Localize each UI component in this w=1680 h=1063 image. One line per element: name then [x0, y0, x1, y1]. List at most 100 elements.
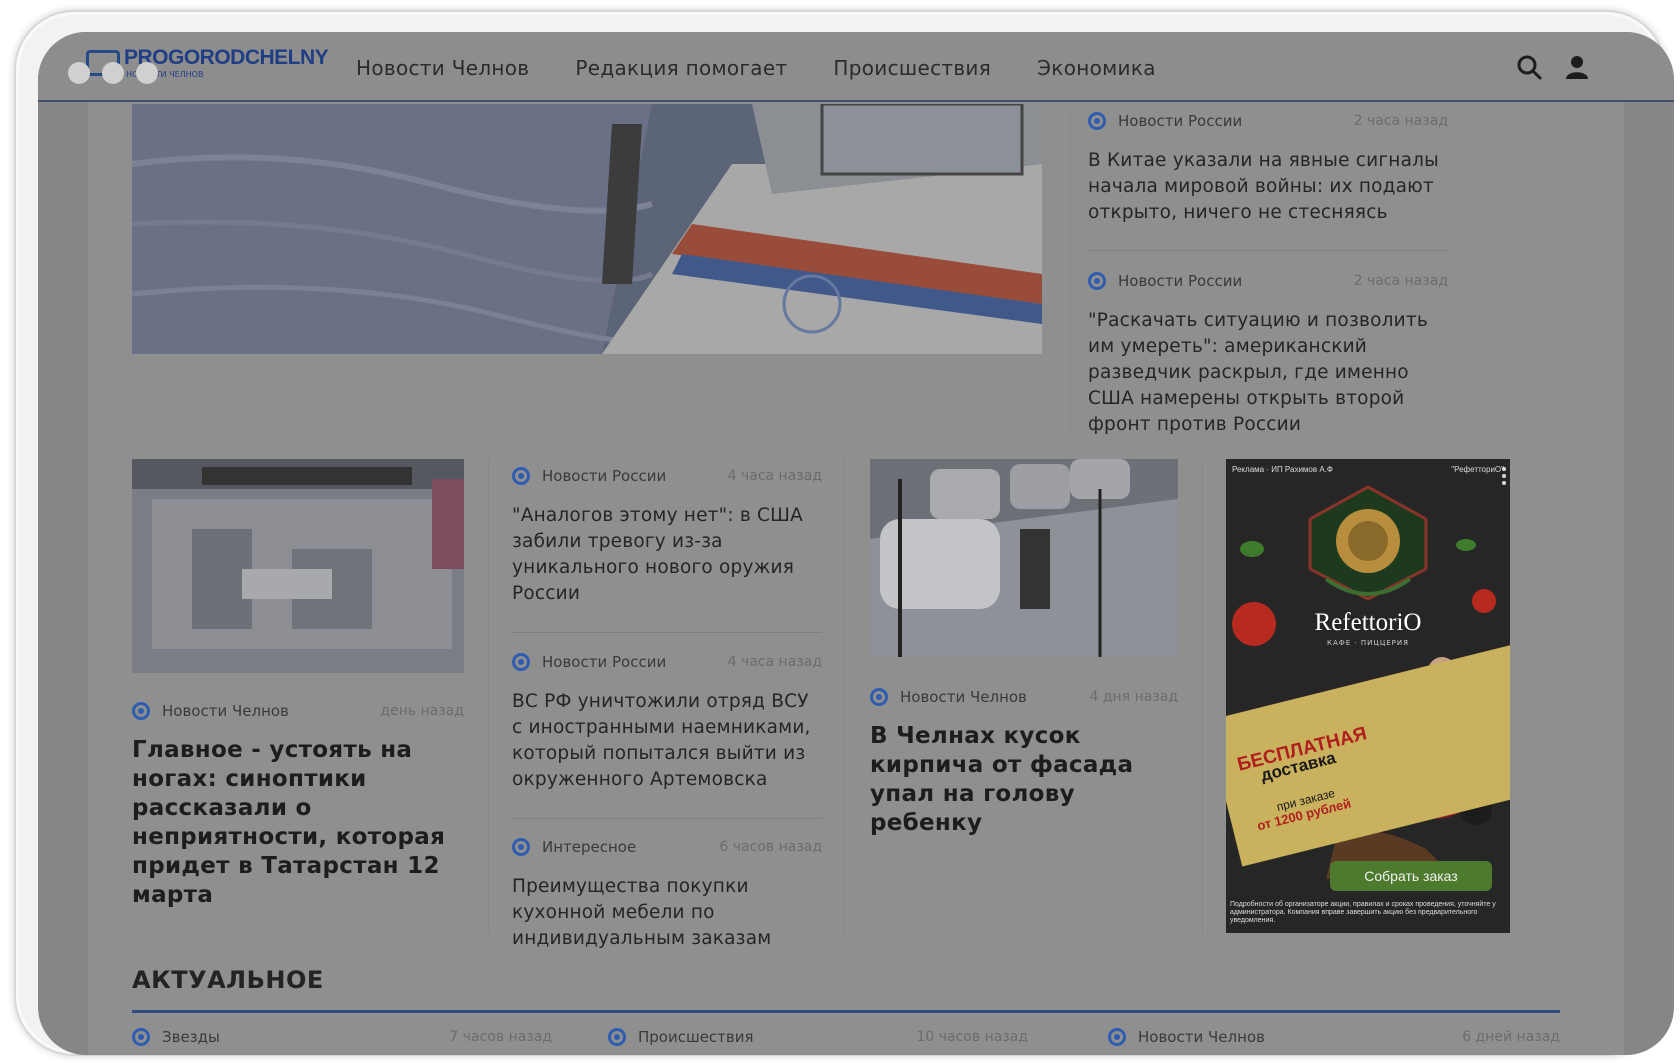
screen: PROGORODCHELNY НОВОСТИ ЧЕЛНОВ Новости Че… [38, 32, 1674, 1055]
news-meta: Происшествия 10 часов назад [608, 1028, 1028, 1046]
section-divider [132, 1010, 1560, 1013]
news-category: Новости Челнов [870, 688, 1027, 706]
category-dot-icon [1088, 272, 1106, 290]
news-category: Новости России [1088, 112, 1242, 130]
nav-item-chelny-news[interactable]: Новости Челнов [356, 56, 529, 80]
column-divider [844, 459, 845, 934]
divider [512, 818, 822, 819]
side-news-item[interactable]: Новости России 2 часа назад "Раскачать с… [1088, 272, 1448, 438]
ad-fine-print: Подробности об организаторе акции, прави… [1230, 901, 1496, 924]
category-dot-icon [132, 1028, 150, 1046]
news-category: Новости России [512, 653, 666, 671]
news-time: 4 часа назад [727, 468, 822, 484]
category-dot-icon [512, 653, 530, 671]
news-meta: Новости Челнов день назад [132, 702, 464, 720]
news-headline[interactable]: "Раскачать ситуацию и позволить им умере… [1088, 308, 1448, 438]
news-meta: Интересное 6 часов назад [512, 838, 822, 856]
news-time: 4 часа назад [727, 654, 822, 670]
news-meta: Звезды 7 часов назад [132, 1028, 552, 1046]
category-label: Звезды [162, 1028, 220, 1046]
middle-news-item[interactable]: Интересное 6 часов назад Преимущества по… [512, 838, 822, 952]
category-label: Новости России [1118, 272, 1243, 290]
news-time: 7 часов назад [449, 1029, 552, 1045]
middle-news-item[interactable]: Новости России 4 часа назад "Аналогов эт… [512, 467, 822, 607]
category-dot-icon [870, 688, 888, 706]
news-category: Интересное [512, 838, 636, 856]
category-label: Новости Челнов [162, 702, 289, 720]
window-dots [68, 62, 158, 84]
news-category: Звезды [132, 1028, 220, 1046]
news-meta: Новости России 2 часа назад [1088, 112, 1448, 130]
nav-item-editorial-help[interactable]: Редакция помогает [575, 56, 787, 80]
ad-brand-subtitle: КАФЕ · ПИЦЦЕРИЯ [1327, 639, 1409, 647]
section-item[interactable]: Звезды 7 часов назад [132, 1028, 552, 1046]
category-dot-icon [132, 702, 150, 720]
news-headline[interactable]: Преимущества покупки кухонной мебели по … [512, 874, 822, 952]
news-headline[interactable]: В Китае указали на явные сигналы начала … [1088, 148, 1448, 226]
advertisement[interactable]: Реклама · ИП Рахимов А.Ф "РефетториО" Re… [1226, 459, 1510, 933]
category-label: Новости Челнов [1138, 1028, 1265, 1046]
section-item[interactable]: Происшествия 10 часов назад [608, 1028, 1028, 1046]
news-meta: Новости Челнов 6 дней назад [1108, 1028, 1560, 1046]
column-divider [1202, 459, 1203, 934]
news-meta: Новости России 2 часа назад [1088, 272, 1448, 290]
side-news-item[interactable]: Новости России 2 часа назад В Китае указ… [1088, 112, 1448, 226]
news-category: Новости Челнов [132, 702, 289, 720]
category-label: Интересное [542, 838, 637, 856]
middle-news-item[interactable]: Новости России 4 часа назад ВС РФ уничто… [512, 653, 822, 793]
feature-left-image[interactable] [132, 459, 464, 673]
news-time: 6 часов назад [719, 839, 822, 855]
feature-right-image[interactable] [870, 459, 1178, 657]
category-dot-icon [1108, 1028, 1126, 1046]
site-header: PROGORODCHELNY НОВОСТИ ЧЕЛНОВ Новости Че… [38, 32, 1674, 102]
nav-item-economy[interactable]: Экономика [1037, 56, 1156, 80]
news-time: 4 дня назад [1089, 689, 1179, 705]
news-category: Новости России [512, 467, 666, 485]
ad-brand: RefettoriO [1314, 609, 1422, 636]
ad-order-button[interactable]: Собрать заказ [1330, 861, 1492, 891]
divider [512, 632, 822, 633]
news-meta: Новости России 4 часа назад [512, 467, 822, 485]
news-category: Новости Челнов [1108, 1028, 1265, 1046]
dot-icon [136, 62, 158, 84]
news-category: Происшествия [608, 1028, 754, 1046]
news-headline[interactable]: ВС РФ уничтожили отряд ВСУ с иностранным… [512, 689, 822, 793]
tablet-frame: PROGORODCHELNY НОВОСТИ ЧЕЛНОВ Новости Че… [14, 10, 1674, 1056]
category-dot-icon [1088, 112, 1106, 130]
news-category: Новости России [1088, 272, 1242, 290]
news-time: 2 часа назад [1353, 273, 1448, 289]
category-dot-icon [512, 467, 530, 485]
section-title: АКТУАЛЬНОЕ [132, 966, 324, 994]
feature-right[interactable]: Новости Челнов 4 дня назад В Челнах кусо… [870, 688, 1178, 838]
ad-menu-icon[interactable] [1502, 467, 1508, 487]
news-meta: Новости Челнов 4 дня назад [870, 688, 1178, 706]
search-icon[interactable] [1516, 54, 1542, 80]
column-divider [1070, 112, 1071, 430]
column-divider [488, 459, 489, 934]
news-time: 6 дней назад [1462, 1029, 1560, 1045]
category-dot-icon [512, 838, 530, 856]
section-item[interactable]: Новости Челнов 6 дней назад [1108, 1028, 1560, 1046]
news-time: день назад [380, 703, 464, 719]
news-meta: Новости России 4 часа назад [512, 653, 822, 671]
hero-image[interactable] [132, 104, 1042, 354]
header-actions [1516, 54, 1590, 80]
category-label: Новости России [542, 467, 667, 485]
category-label: Новости России [1118, 112, 1243, 130]
category-dot-icon [608, 1028, 626, 1046]
news-headline[interactable]: В Челнах кусок кирпича от фасада упал на… [870, 722, 1178, 838]
main-nav: Новости Челнов Редакция помогает Происше… [356, 56, 1156, 80]
dot-icon [102, 62, 124, 84]
dot-icon [68, 62, 90, 84]
news-time: 10 часов назад [916, 1029, 1028, 1045]
category-label: Происшествия [638, 1028, 754, 1046]
divider [1088, 250, 1448, 251]
news-headline[interactable]: "Аналогов этому нет": в США забили трево… [512, 503, 822, 607]
nav-item-incidents[interactable]: Происшествия [833, 56, 991, 80]
news-time: 2 часа назад [1353, 113, 1448, 129]
user-icon[interactable] [1564, 54, 1590, 80]
news-headline[interactable]: Главное - устоять на ногах: синоптики ра… [132, 736, 464, 910]
category-label: Новости Челнов [900, 688, 1027, 706]
feature-left[interactable]: Новости Челнов день назад Главное - усто… [132, 702, 464, 910]
category-label: Новости России [542, 653, 667, 671]
